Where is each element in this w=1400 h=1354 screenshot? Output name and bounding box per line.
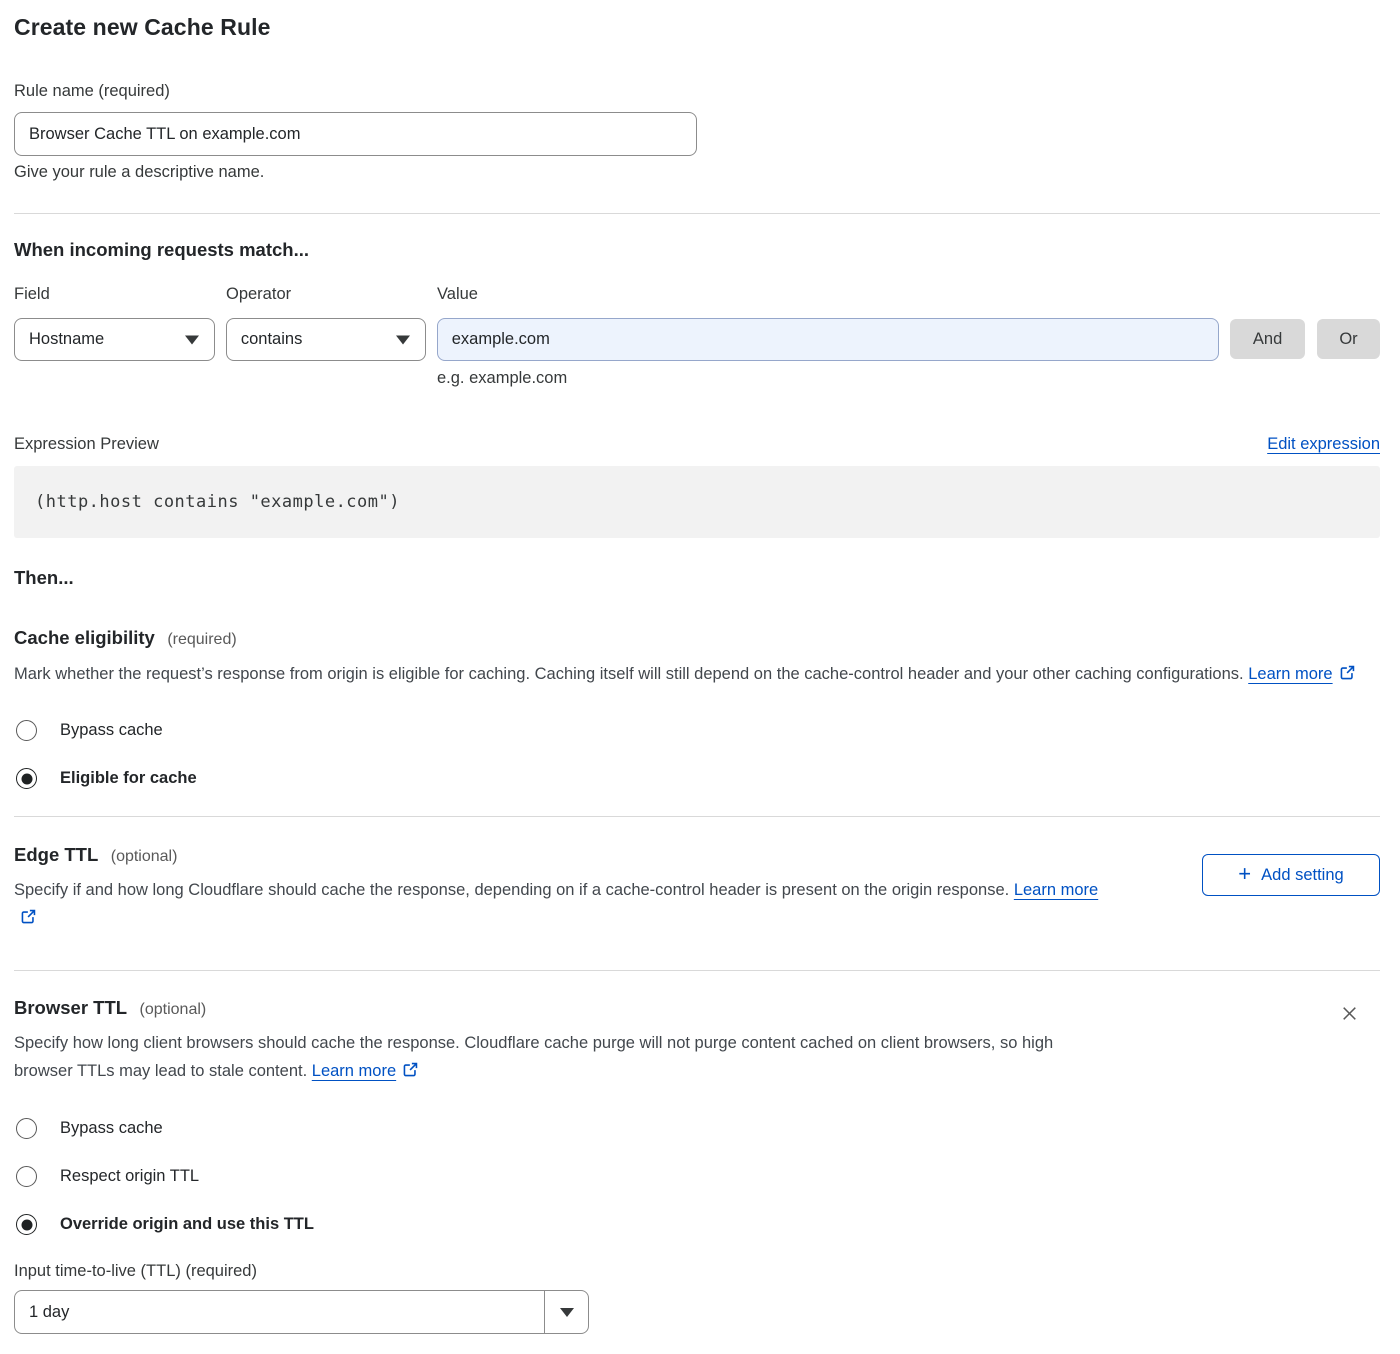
edit-expression-link[interactable]: Edit expression (1267, 435, 1380, 454)
ttl-input-label: Input time-to-live (TTL) (required) (14, 1262, 1380, 1281)
browser-ttl-badge: (optional) (140, 1001, 207, 1018)
chevron-down-icon (185, 335, 199, 344)
divider (14, 970, 1380, 971)
radio-eligible-for-cache[interactable]: Eligible for cache (14, 768, 1380, 789)
edge-ttl-badge: (optional) (111, 848, 178, 865)
external-link-icon (20, 906, 37, 934)
radio-respect-origin-ttl[interactable]: Respect origin TTL (14, 1166, 1380, 1187)
radio-browser-bypass-cache[interactable]: Bypass cache (14, 1118, 1380, 1139)
chevron-down-icon (396, 335, 410, 344)
rule-name-label: Rule name (required) (14, 82, 1380, 101)
cache-eligibility-description: Mark whether the request’s response from… (14, 660, 1366, 690)
chevron-down-icon[interactable] (544, 1291, 588, 1333)
field-column-label: Field (14, 285, 226, 304)
expression-preview-label: Expression Preview (14, 435, 159, 454)
radio-button-selected-icon[interactable] (16, 1214, 37, 1235)
page-title: Create new Cache Rule (14, 12, 1380, 41)
expression-code: (http.host contains "example.com") (35, 492, 400, 512)
rule-name-helper: Give your rule a descriptive name. (14, 163, 1380, 182)
external-link-icon (1339, 662, 1356, 690)
ttl-select-value: 1 day (29, 1303, 69, 1322)
browser-ttl-description: Specify how long client browsers should … (14, 1029, 1109, 1087)
add-setting-button[interactable]: + Add setting (1202, 854, 1380, 896)
browser-ttl-learn-more-link[interactable]: Learn more (312, 1062, 396, 1080)
cache-eligibility-learn-more-link[interactable]: Learn more (1248, 665, 1332, 683)
external-link-icon (402, 1059, 419, 1087)
operator-select[interactable]: contains (226, 318, 426, 361)
plus-icon: + (1238, 863, 1251, 885)
radio-button-icon[interactable] (16, 1118, 37, 1139)
cache-eligibility-badge: (required) (167, 631, 236, 648)
radio-button-selected-icon[interactable] (16, 768, 37, 789)
browser-ttl-title: Browser TTL (14, 997, 127, 1018)
divider (14, 816, 1380, 817)
ttl-select[interactable]: 1 day (14, 1290, 589, 1334)
radio-bypass-cache[interactable]: Bypass cache (14, 720, 1380, 741)
cache-eligibility-title: Cache eligibility (14, 627, 155, 648)
value-column-label: Value (437, 285, 478, 304)
edge-ttl-description: Specify if and how long Cloudflare shoul… (14, 876, 1119, 934)
radio-button-icon[interactable] (16, 720, 37, 741)
operator-column-label: Operator (226, 285, 437, 304)
value-input[interactable] (437, 318, 1219, 361)
radio-button-icon[interactable] (16, 1166, 37, 1187)
and-button[interactable]: And (1230, 319, 1305, 359)
edge-ttl-learn-more-link[interactable]: Learn more (1014, 881, 1098, 899)
then-heading: Then... (14, 567, 1380, 589)
rule-name-input[interactable] (14, 112, 697, 156)
field-select[interactable]: Hostname (14, 318, 215, 361)
radio-override-origin-ttl[interactable]: Override origin and use this TTL (14, 1214, 1380, 1235)
edge-ttl-title: Edge TTL (14, 844, 98, 865)
create-cache-rule-form: Create new Cache Rule Rule name (require… (0, 0, 1400, 1334)
operator-select-value: contains (241, 330, 302, 349)
expression-code-block: (http.host contains "example.com") (14, 466, 1380, 538)
close-icon[interactable] (1340, 1004, 1359, 1023)
divider (14, 213, 1380, 214)
field-select-value: Hostname (29, 330, 104, 349)
or-button[interactable]: Or (1317, 319, 1380, 359)
match-section-heading: When incoming requests match... (14, 239, 1380, 261)
value-helper: e.g. example.com (437, 369, 1380, 388)
